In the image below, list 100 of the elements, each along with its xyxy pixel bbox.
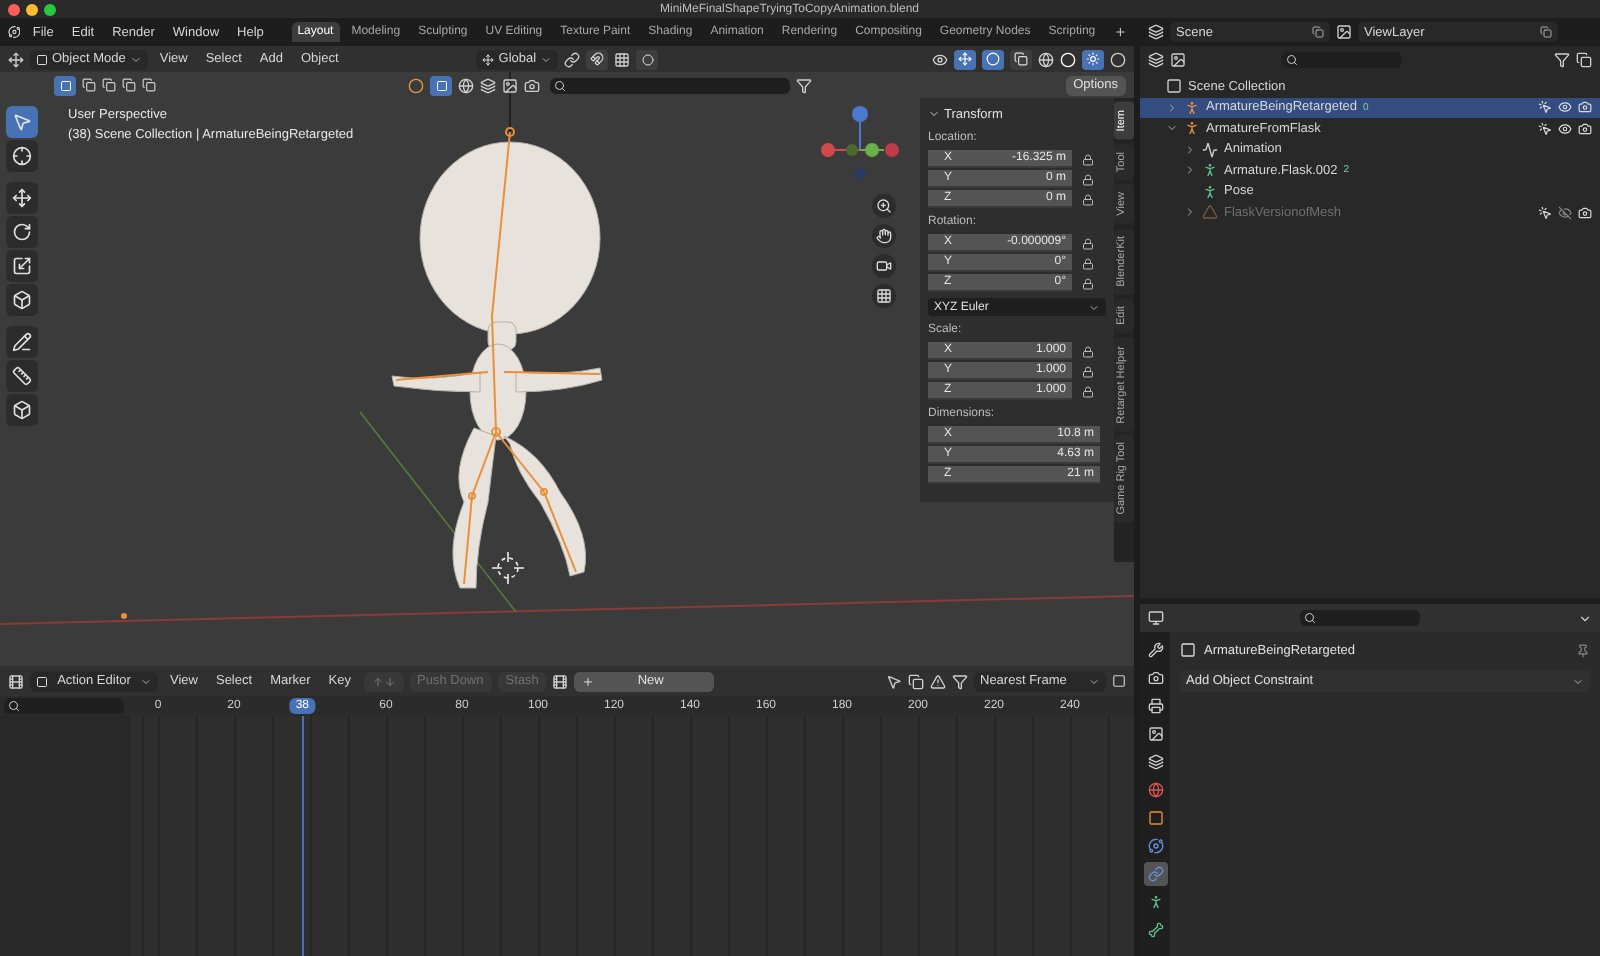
solid-sphere-icon[interactable] [1060, 51, 1076, 67]
properties-tab[interactable] [1143, 778, 1167, 802]
filter-mode-icon[interactable] [1170, 51, 1186, 67]
view-layer-icon[interactable] [1336, 24, 1352, 40]
lock-icon[interactable] [1082, 345, 1094, 357]
move-icon [12, 188, 32, 208]
filter-icon[interactable] [796, 77, 812, 93]
zoom-button[interactable] [44, 3, 56, 15]
overlay-toggle[interactable] [982, 49, 1004, 69]
scene-icon[interactable] [1148, 24, 1164, 40]
scale-icon [12, 256, 32, 276]
caret-icon[interactable] [1578, 611, 1592, 625]
display-mode-icon[interactable] [1148, 51, 1164, 67]
properties-tab[interactable] [1143, 722, 1167, 746]
xray-toggle[interactable] [1010, 49, 1032, 69]
pose-icon [1202, 183, 1218, 200]
lock-icon[interactable] [1082, 365, 1094, 377]
grid-view-button[interactable] [872, 284, 896, 308]
camera-view-button[interactable] [872, 254, 896, 278]
rendered-sphere-icon[interactable] [1110, 51, 1126, 67]
properties-tab[interactable] [1143, 694, 1167, 718]
printer-icon [1147, 698, 1163, 714]
globe-icon [1147, 782, 1163, 798]
curve-icon [1202, 141, 1218, 158]
visibility-icon[interactable] [932, 51, 948, 67]
pin-icon[interactable] [1576, 643, 1590, 657]
lock-icon[interactable] [1082, 153, 1094, 165]
eye-icon[interactable] [1558, 121, 1572, 136]
properties-tab[interactable] [1143, 806, 1167, 830]
search-field[interactable] [4, 698, 124, 714]
tool-button[interactable] [6, 140, 38, 172]
lock-icon[interactable] [1082, 237, 1094, 249]
lock-icon[interactable] [1082, 173, 1094, 185]
properties-tab[interactable] [1143, 834, 1167, 858]
search-icon [554, 79, 566, 91]
properties-tab[interactable] [1143, 666, 1167, 690]
selectable-icon[interactable] [1538, 100, 1552, 115]
object-icon [1147, 810, 1163, 826]
logo-icon[interactable] [8, 24, 21, 40]
square-icon [59, 79, 71, 91]
proportional-toggle[interactable] [636, 49, 659, 69]
close-button[interactable] [8, 3, 20, 15]
warning-icon[interactable] [930, 673, 946, 689]
minimize-button[interactable] [26, 3, 38, 15]
layers-icon [1147, 754, 1163, 770]
tool-button[interactable] [6, 106, 38, 138]
pointer-icon[interactable] [886, 673, 902, 689]
object-filter-button[interactable] [430, 75, 452, 95]
tool-button[interactable] [6, 250, 38, 282]
snap-toggle[interactable] [586, 49, 609, 69]
snap-grid-icon[interactable] [614, 51, 631, 67]
gizmo-toggle[interactable] [954, 49, 976, 69]
image-icon[interactable] [502, 77, 518, 93]
material-shading-button[interactable] [1082, 49, 1104, 69]
wireframe-sphere-icon[interactable] [1038, 51, 1054, 67]
layers-icon[interactable] [480, 77, 496, 93]
camera-icon[interactable] [524, 77, 540, 93]
editor-type-icon[interactable] [8, 673, 24, 689]
lock-icon[interactable] [1082, 193, 1094, 205]
eye-icon[interactable] [1558, 100, 1572, 115]
crosshair-icon [12, 146, 32, 166]
editor-type-icon[interactable] [8, 51, 24, 67]
editor-type-icon[interactable] [1148, 610, 1164, 626]
navigation-gizmo-drawing[interactable] [821, 106, 899, 180]
tool-button[interactable] [6, 360, 38, 392]
lock-icon[interactable] [1082, 277, 1094, 289]
lock-icon[interactable] [1082, 257, 1094, 269]
properties-tab[interactable] [1143, 918, 1167, 942]
camera-icon[interactable] [1578, 100, 1592, 115]
camera-icon[interactable] [1578, 121, 1592, 136]
magnet-icon [590, 52, 605, 66]
properties-tab[interactable] [1143, 862, 1167, 886]
3d-cursor-icon [491, 551, 525, 585]
action-browse-icon[interactable] [552, 673, 569, 689]
tool-button[interactable] [6, 284, 38, 316]
select-cursor-icon [12, 112, 32, 132]
search-icon [8, 700, 20, 712]
caret-icon [139, 675, 152, 687]
zoom-button[interactable] [872, 194, 896, 218]
caret-icon [1088, 675, 1100, 687]
tool-button[interactable] [6, 394, 38, 426]
playhead-line[interactable] [302, 716, 305, 956]
selectable-icon[interactable] [1538, 121, 1552, 136]
tool-button[interactable] [6, 182, 38, 214]
properties-tab[interactable] [1143, 750, 1167, 774]
transform-icon [12, 290, 32, 310]
properties-tab[interactable] [1143, 638, 1167, 662]
search-field[interactable] [1282, 51, 1402, 67]
tool-button[interactable] [6, 216, 38, 248]
link-icon [1147, 866, 1163, 882]
add-workspace-icon[interactable] [1113, 24, 1127, 40]
filter-icon[interactable] [952, 673, 968, 689]
search-field[interactable] [1300, 610, 1420, 626]
pan-button[interactable] [872, 224, 896, 248]
filter-icon[interactable] [1554, 51, 1570, 67]
sphere-icon[interactable] [458, 77, 474, 93]
select-mode-button[interactable] [54, 75, 76, 95]
lock-icon[interactable] [1082, 385, 1094, 397]
tool-button[interactable] [6, 326, 38, 358]
search-field[interactable] [550, 77, 790, 93]
